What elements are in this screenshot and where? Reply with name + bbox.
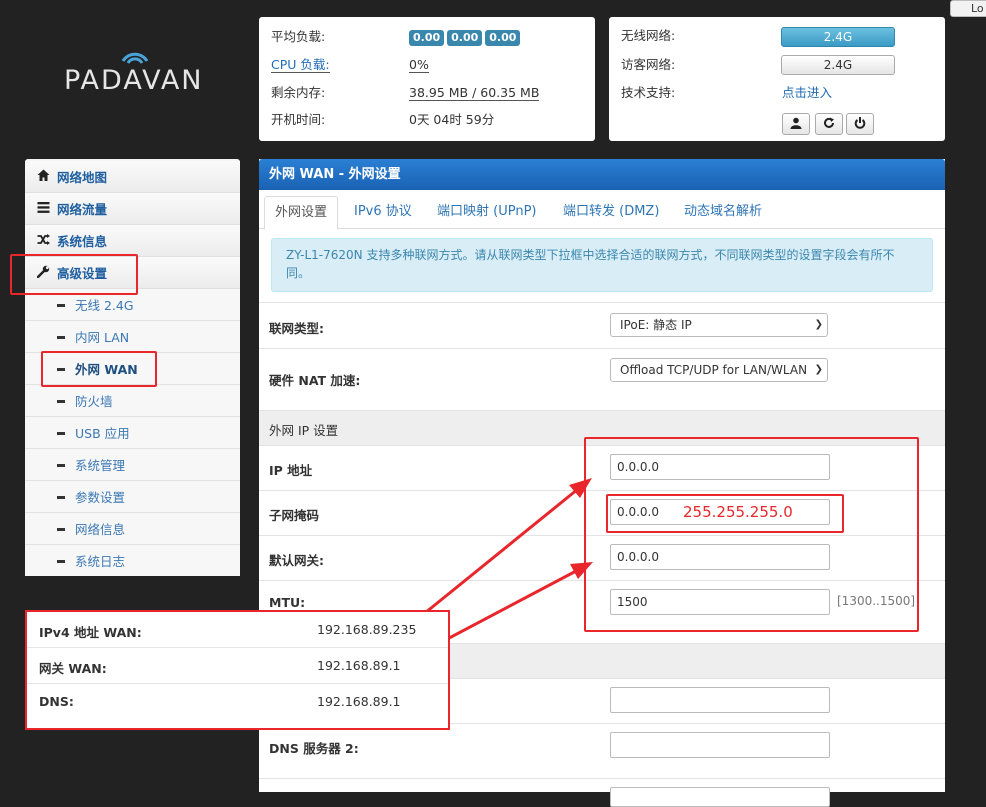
popup-row-ipv4: IPv4 地址 WAN: 192.168.89.235 — [27, 612, 448, 648]
wan-info-popup: IPv4 地址 WAN: 192.168.89.235 网关 WAN: 192.… — [25, 610, 450, 730]
popup-key: IPv4 地址 WAN: — [39, 625, 142, 640]
popup-value: 192.168.89.1 — [317, 658, 401, 673]
popup-key: DNS: — [39, 694, 74, 709]
popup-value: 192.168.89.235 — [317, 622, 417, 637]
popup-value: 192.168.89.1 — [317, 694, 401, 709]
popup-row-gateway: 网关 WAN: 192.168.89.1 — [27, 648, 448, 684]
popup-key: 网关 WAN: — [39, 661, 107, 676]
popup-row-dns: DNS: 192.168.89.1 — [27, 684, 448, 719]
